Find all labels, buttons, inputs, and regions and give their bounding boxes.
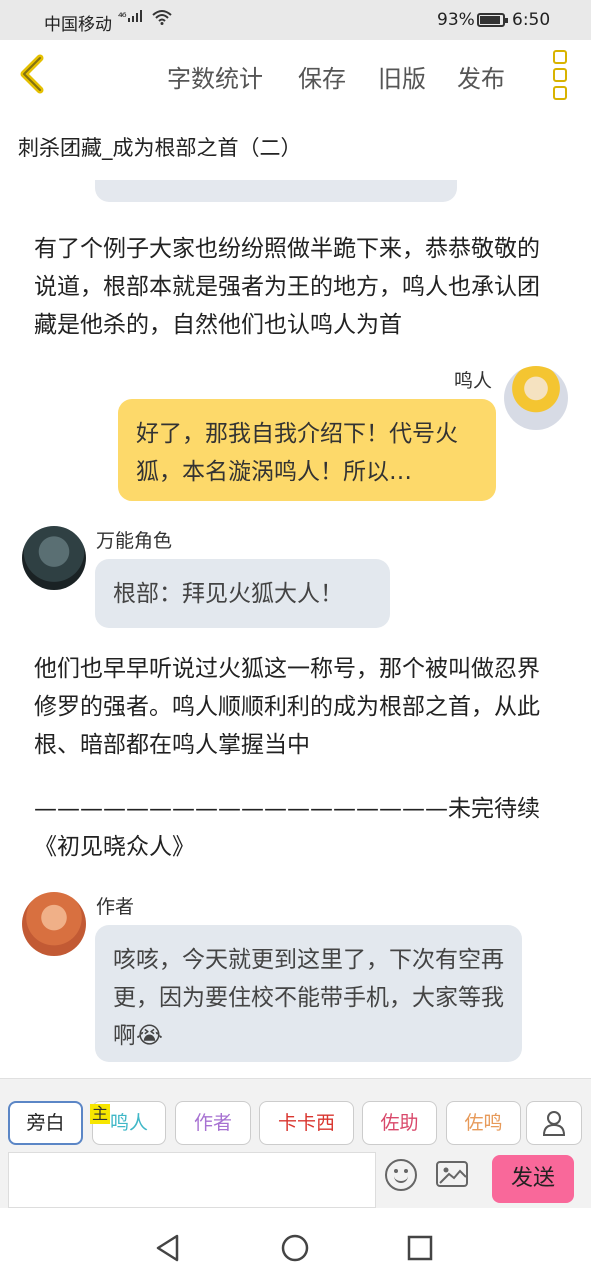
message-bubble-author[interactable]: 咳咳，今天就更到这里了，下次有空再更，因为要住校不能带手机，大家等我啊😭 (95, 925, 522, 1062)
status-bar: 中国移动 ⁴⁶ 93% 6:50 (0, 0, 591, 40)
add-role-button[interactable] (526, 1101, 582, 1145)
role-button-sasuke[interactable]: 佐助 (362, 1101, 437, 1145)
narration-text[interactable]: 有了个例子大家也纷纷照做半跪下来，恭恭敬敬的说道，根部本就是强者为王的地方，鸣人… (34, 230, 562, 344)
sender-name-universal: 万能角色 (96, 530, 173, 552)
back-triangle-icon[interactable] (155, 1234, 181, 1262)
save-button[interactable]: 保存 (298, 59, 346, 94)
clock: 6:50 (512, 10, 551, 30)
toolbar: 字数统计 保存 旧版 发布 (0, 40, 591, 109)
to-be-continued-text[interactable]: ——————————————————未完待续《初见晓众人》 (34, 790, 562, 866)
back-arrow-icon[interactable] (14, 52, 54, 96)
role-button-narrator[interactable]: 旁白 (8, 1101, 83, 1145)
role-button-author[interactable]: 作者 (175, 1101, 251, 1145)
word-count-button[interactable]: 字数统计 (167, 59, 263, 94)
publish-button[interactable]: 发布 (457, 59, 505, 94)
carrier-label: 中国移动 (44, 15, 112, 35)
role-button-sasunaru[interactable]: 佐鸣 (446, 1101, 521, 1145)
wifi-icon (152, 9, 172, 29)
main-role-badge: 主 (90, 1104, 111, 1124)
message-bubble-naruto[interactable]: 好了，那我自我介绍下！代号火狐，本名漩涡鸣人！所以… (118, 399, 496, 501)
battery-percent: 93% (437, 10, 475, 30)
signal-icon: ⁴⁶ (118, 10, 144, 24)
system-nav-bar (0, 1208, 591, 1280)
emoji-icon[interactable] (385, 1159, 417, 1191)
role-button-kakashi[interactable]: 卡卡西 (259, 1101, 354, 1145)
partial-message-bubble (95, 180, 457, 202)
universal-role-avatar[interactable] (22, 526, 86, 590)
more-menu-icon[interactable] (550, 50, 570, 100)
message-input[interactable] (8, 1152, 376, 1208)
send-button[interactable]: 发送 (492, 1155, 574, 1203)
sender-name-naruto: 鸣人 (454, 370, 493, 392)
home-circle-icon[interactable] (281, 1234, 309, 1262)
message-bubble-universal[interactable]: 根部：拜见火狐大人！ (95, 559, 390, 628)
image-icon[interactable] (436, 1161, 468, 1187)
sender-name-author: 作者 (96, 896, 135, 918)
chapter-title-bar: 刺杀团藏_成为根部之首（二） (0, 108, 591, 180)
chapter-title[interactable]: 刺杀团藏_成为根部之首（二） (18, 132, 302, 162)
battery-icon (477, 13, 508, 27)
old-version-button[interactable]: 旧版 (378, 59, 426, 94)
person-icon (542, 1111, 566, 1136)
naruto-avatar[interactable] (504, 366, 568, 430)
narration-text[interactable]: 他们也早早听说过火狐这一称号，那个被叫做忍界修罗的强者。鸣人顺顺利利的成为根部之… (34, 650, 562, 764)
recents-square-icon[interactable] (407, 1235, 433, 1261)
composer-panel: 旁白 鸣人 作者 卡卡西 佐助 佐鸣 发送 (0, 1078, 591, 1209)
author-avatar[interactable] (22, 892, 86, 956)
story-content[interactable]: 有了个例子大家也纷纷照做半跪下来，恭恭敬敬的说道，根部本就是强者为王的地方，鸣人… (0, 180, 591, 1078)
